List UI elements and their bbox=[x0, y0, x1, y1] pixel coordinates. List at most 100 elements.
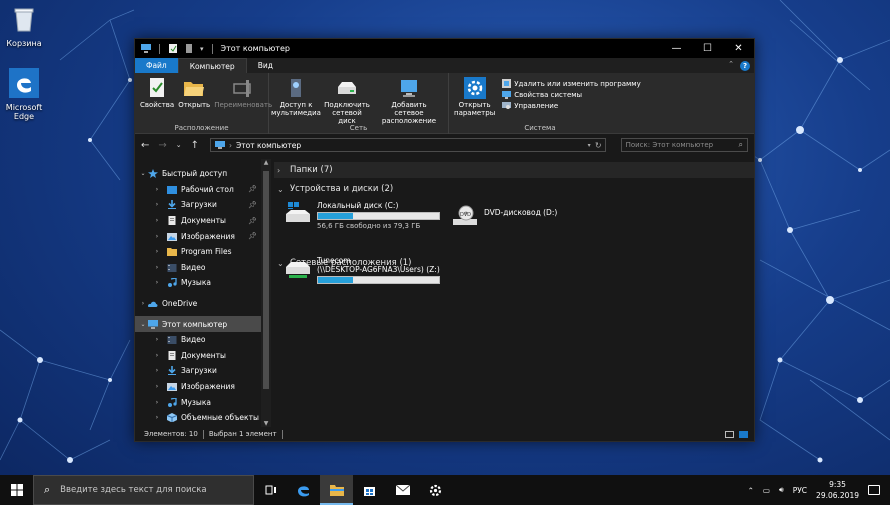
taskbar-store-button[interactable] bbox=[353, 475, 386, 505]
collapse-ribbon-icon[interactable]: ⌃ bbox=[728, 60, 734, 68]
nav-item-label: Загрузки bbox=[181, 366, 217, 376]
new-folder-icon[interactable] bbox=[184, 44, 194, 53]
desktop-icon-edge[interactable]: Microsoft Edge bbox=[0, 68, 48, 121]
desktop-icon-recycle-bin[interactable]: Корзина bbox=[0, 4, 48, 48]
chevron-right-icon[interactable]: › bbox=[152, 279, 162, 286]
chevron-right-icon[interactable]: › bbox=[152, 414, 162, 421]
drive-item-local-c[interactable]: Локальный диск (C:) 56,6 ГБ свободно из … bbox=[285, 201, 440, 230]
nav-item[interactable]: › Рабочий стол 📌︎ bbox=[135, 182, 271, 198]
breadcrumb[interactable]: Этот компьютер bbox=[236, 141, 301, 150]
nav-item-label: Изображения bbox=[181, 231, 235, 241]
taskbar-mail-button[interactable] bbox=[386, 475, 419, 505]
search-input[interactable]: Поиск: Этот компьютер ⌕ bbox=[620, 138, 748, 152]
address-field[interactable]: › Этот компьютер ▾ ↻ bbox=[210, 138, 606, 152]
nav-item[interactable]: › Объемные объекты bbox=[135, 410, 271, 426]
taskbar-search-box[interactable]: ⌕ Введите здесь текст для поиска bbox=[33, 475, 254, 505]
chevron-down-icon[interactable]: ⌄ bbox=[138, 321, 148, 328]
nav-item[interactable]: ⌄ Быстрый доступ bbox=[135, 166, 271, 182]
ribbon-group-network: Доступ к мультимедиа Подключить сетевой … bbox=[269, 73, 449, 134]
nav-item[interactable]: ⌄ Этот компьютер bbox=[135, 316, 271, 332]
manage-button[interactable]: Управление bbox=[502, 101, 640, 110]
chevron-right-icon[interactable]: › bbox=[152, 399, 162, 406]
chevron-down-icon: ⌄ bbox=[277, 258, 284, 268]
title-bar[interactable]: ▾ Этот компьютер — ☐ ✕ bbox=[135, 39, 754, 58]
system-properties-button[interactable]: Свойства системы bbox=[502, 90, 640, 99]
refresh-icon[interactable]: ↻ bbox=[595, 141, 602, 150]
chevron-right-icon[interactable]: › bbox=[152, 201, 162, 208]
star-icon bbox=[148, 169, 158, 179]
start-button[interactable] bbox=[0, 475, 33, 505]
clock[interactable]: 9:35 29.06.2019 bbox=[816, 479, 859, 501]
nav-item[interactable]: › Загрузки 📌︎ bbox=[135, 197, 271, 213]
scroll-thumb[interactable] bbox=[263, 171, 269, 389]
nav-item[interactable]: › Загрузки bbox=[135, 363, 271, 379]
taskbar-file-explorer-button[interactable] bbox=[320, 475, 353, 505]
tab-computer[interactable]: Компьютер bbox=[177, 58, 247, 73]
taskbar-edge-button[interactable] bbox=[287, 475, 320, 505]
chevron-right-icon[interactable]: › bbox=[152, 233, 162, 240]
computer-icon bbox=[141, 44, 151, 53]
maximize-button[interactable]: ☐ bbox=[692, 39, 723, 58]
network-drive-item-z[interactable]: Tunecom (\\DESKTOP-AG6FNA3\Users) (Z:) bbox=[285, 256, 440, 286]
help-icon[interactable]: ? bbox=[740, 61, 750, 71]
nav-scrollbar[interactable]: ▲ ▼ bbox=[261, 159, 271, 427]
drive-name: DVD-дисковод (D:) bbox=[484, 207, 558, 217]
nav-item[interactable]: › Изображения bbox=[135, 379, 271, 395]
large-icons-view-icon[interactable] bbox=[739, 430, 748, 438]
up-icon[interactable]: ↑ bbox=[191, 140, 199, 151]
folder-icon bbox=[167, 248, 177, 257]
chevron-right-icon[interactable]: › bbox=[152, 367, 162, 374]
taskbar-search-placeholder: Введите здесь текст для поиска bbox=[60, 485, 207, 495]
documents-icon bbox=[168, 216, 176, 226]
add-network-location-icon bbox=[401, 80, 417, 97]
customize-toolbar-icon[interactable]: ▾ bbox=[200, 45, 204, 53]
show-hidden-icons-icon[interactable]: ⌃ bbox=[748, 486, 754, 495]
group-header-folders[interactable]: › Папки (7) bbox=[274, 162, 754, 178]
network-icon[interactable]: ▭ bbox=[763, 486, 770, 495]
task-view-button[interactable] bbox=[254, 475, 287, 505]
network-drive-name: Tunecom bbox=[317, 256, 351, 265]
forward-icon[interactable]: → bbox=[158, 140, 166, 151]
uninstall-program-button[interactable]: Удалить или изменить программу bbox=[502, 79, 641, 88]
chevron-right-icon[interactable]: › bbox=[152, 186, 162, 193]
pin-icon: 📌︎ bbox=[248, 200, 257, 209]
drive-item-dvd-d[interactable]: DVD DVD-дисковод (D:) bbox=[452, 204, 557, 228]
close-button[interactable]: ✕ bbox=[723, 39, 754, 58]
nav-item[interactable]: › OneDrive bbox=[135, 296, 271, 312]
chevron-right-icon[interactable]: › bbox=[152, 248, 162, 255]
nav-item[interactable]: › Музыка bbox=[135, 394, 271, 410]
desktop-folder-icon bbox=[167, 185, 177, 194]
properties-icon[interactable] bbox=[168, 44, 178, 53]
nav-item[interactable]: › Видео bbox=[135, 332, 271, 348]
chevron-right-icon[interactable]: › bbox=[152, 352, 162, 359]
minimize-button[interactable]: — bbox=[661, 39, 692, 58]
scroll-up-icon[interactable]: ▲ bbox=[261, 159, 271, 166]
system-tray: ⌃ ▭ 🔊︎ РУС 9:35 29.06.2019 bbox=[748, 475, 890, 505]
chevron-right-icon[interactable]: › bbox=[152, 217, 162, 224]
chevron-right-icon[interactable]: › bbox=[152, 264, 162, 271]
chevron-right-icon[interactable]: › bbox=[152, 383, 162, 390]
nav-item[interactable]: › Видео bbox=[135, 260, 271, 276]
details-view-icon[interactable] bbox=[725, 430, 734, 438]
tab-file[interactable]: Файл bbox=[135, 58, 178, 73]
chevron-right-icon[interactable]: › bbox=[138, 300, 148, 307]
map-network-drive-icon bbox=[338, 82, 356, 94]
properties-icon bbox=[150, 78, 165, 97]
tab-view[interactable]: Вид bbox=[247, 58, 284, 73]
input-language[interactable]: РУС bbox=[793, 486, 807, 495]
nav-item[interactable]: › Program Files bbox=[135, 244, 271, 260]
scroll-down-icon[interactable]: ▼ bbox=[261, 420, 271, 427]
group-header-devices[interactable]: ⌄ Устройства и диски (2) bbox=[274, 181, 754, 197]
chevron-right-icon[interactable]: › bbox=[152, 336, 162, 343]
chevron-down-icon[interactable]: ⌄ bbox=[138, 170, 148, 177]
nav-item[interactable]: › Музыка bbox=[135, 275, 271, 291]
nav-item[interactable]: › Изображения 📌︎ bbox=[135, 228, 271, 244]
nav-item[interactable]: › Документы bbox=[135, 348, 271, 364]
taskbar-settings-button[interactable] bbox=[419, 475, 452, 505]
back-icon[interactable]: ← bbox=[141, 140, 149, 151]
action-center-icon[interactable] bbox=[868, 485, 880, 495]
recent-locations-icon[interactable]: ⌄ bbox=[176, 141, 182, 149]
nav-item[interactable]: › Документы 📌︎ bbox=[135, 213, 271, 229]
address-dropdown-icon[interactable]: ▾ bbox=[588, 142, 591, 149]
volume-icon[interactable]: 🔊︎ bbox=[779, 485, 784, 495]
